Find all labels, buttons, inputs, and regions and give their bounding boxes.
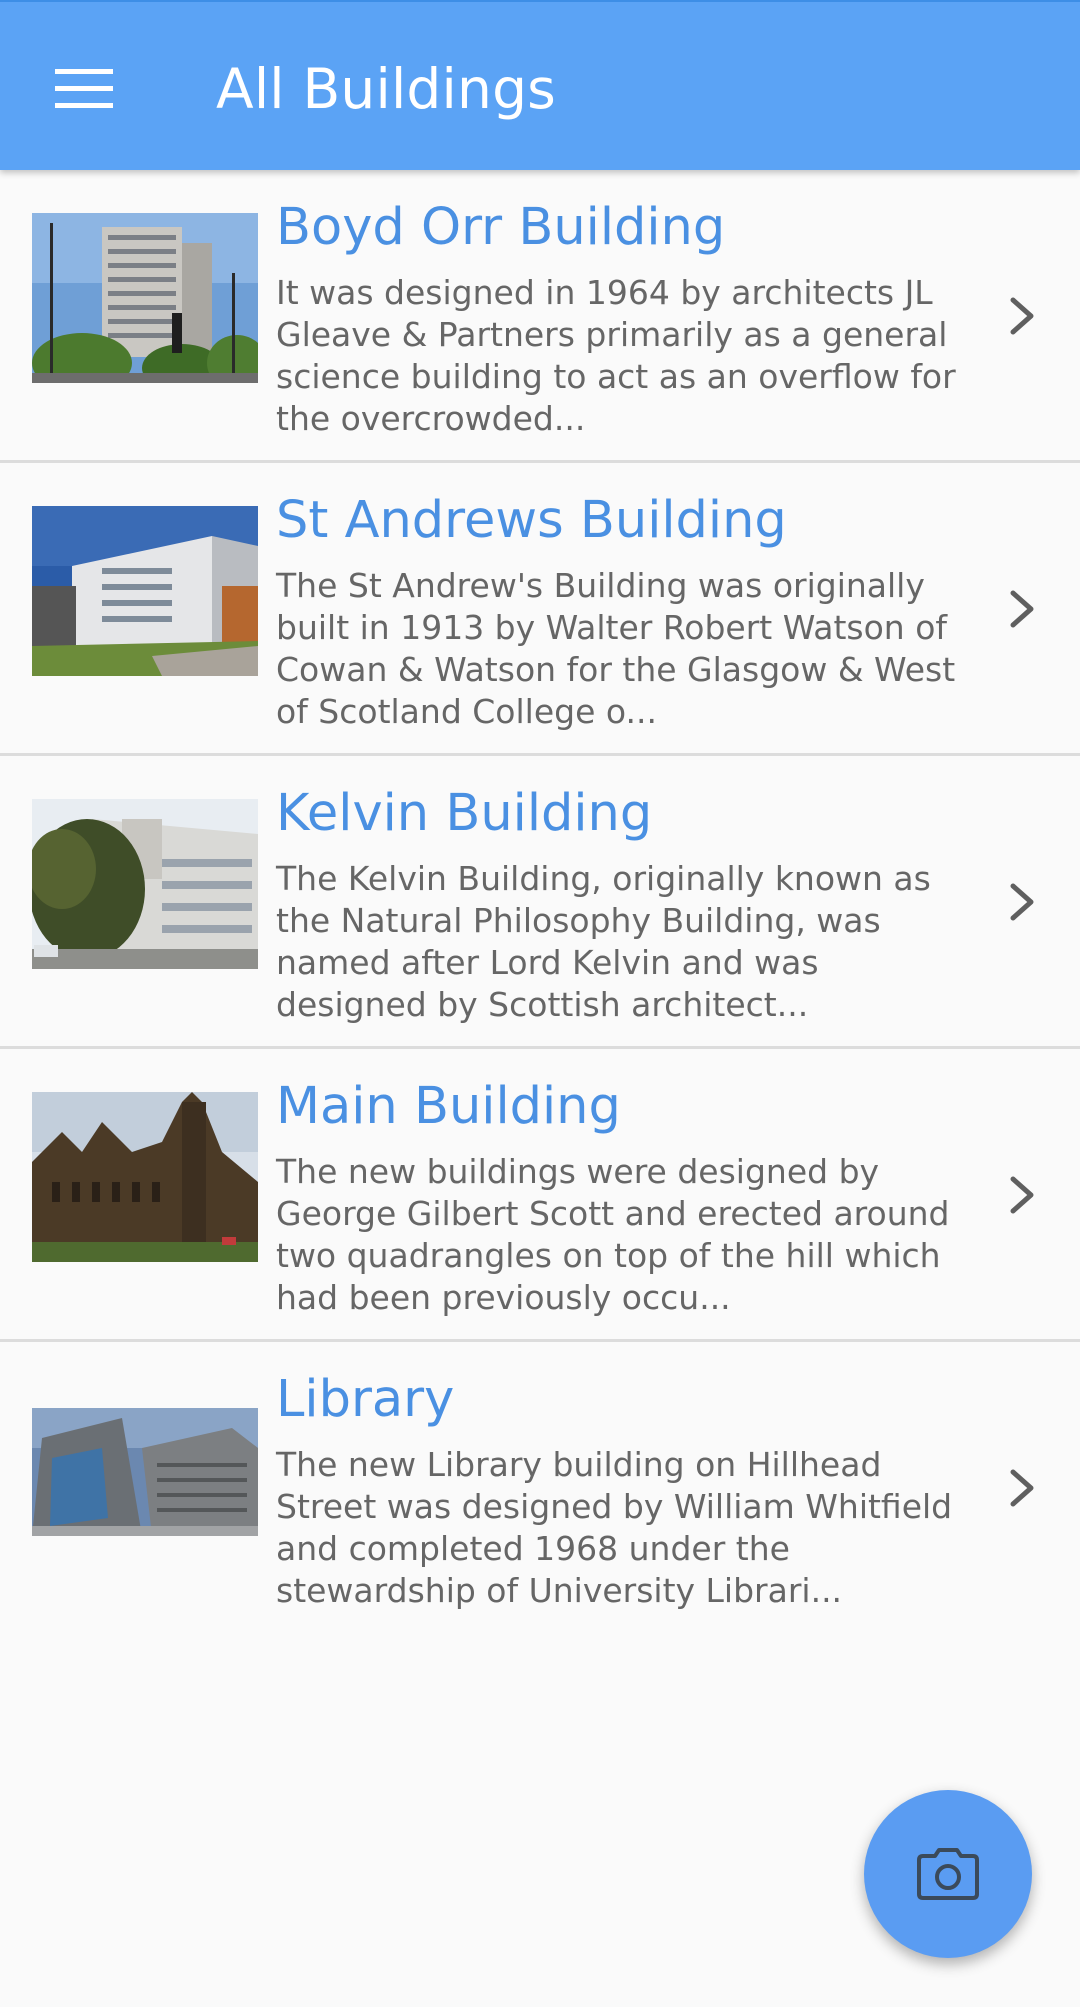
main-building-photo [32,1092,258,1262]
library-building-photo [32,1408,258,1536]
chevron-right-icon [1000,294,1044,338]
camera-icon [917,1848,979,1900]
boyd-orr-building-photo [32,213,258,383]
camera-fab-button[interactable] [864,1790,1032,1958]
building-title: Kelvin Building [276,784,653,843]
kelvin-building-photo [32,799,258,969]
building-description: The new Library building on Hillhead Str… [276,1445,953,1610]
building-title: Boyd Orr Building [276,198,726,257]
chevron-right-icon [1000,1466,1044,1510]
menu-button[interactable] [38,46,130,132]
chevron-right-icon [1000,1173,1044,1217]
list-item-library[interactable]: Library The new Library building on Hill… [0,1342,1080,1635]
building-title: Library [276,1370,455,1429]
chevron-right-icon [1000,880,1044,924]
building-description: The St Andrew's Building was originally … [276,566,956,731]
list-item-boyd-orr-building[interactable]: Boyd Orr Building It was designed in 196… [0,170,1080,463]
list-item-main-building[interactable]: Main Building The new buildings were des… [0,1049,1080,1342]
app-bar: All Buildings [0,0,1080,170]
list-item-kelvin-building[interactable]: Kelvin Building The Kelvin Building, ori… [0,756,1080,1049]
chevron-right-icon [1000,587,1044,631]
building-title: St Andrews Building [276,491,787,550]
building-description: It was designed in 1964 by architects JL… [276,273,956,438]
building-title: Main Building [276,1077,621,1136]
st-andrews-building-photo [32,506,258,676]
page-title: All Buildings [216,57,557,121]
building-description: The new buildings were designed by Georg… [276,1152,950,1317]
buildings-list: Boyd Orr Building It was designed in 196… [0,170,1080,1635]
app-screen: All Buildings Boyd Orr Building It was d… [0,0,1080,2007]
hamburger-menu-icon [55,69,113,108]
building-description: The Kelvin Building, originally known as… [276,859,931,1024]
list-item-st-andrews-building[interactable]: St Andrews Building The St Andrew's Buil… [0,463,1080,756]
